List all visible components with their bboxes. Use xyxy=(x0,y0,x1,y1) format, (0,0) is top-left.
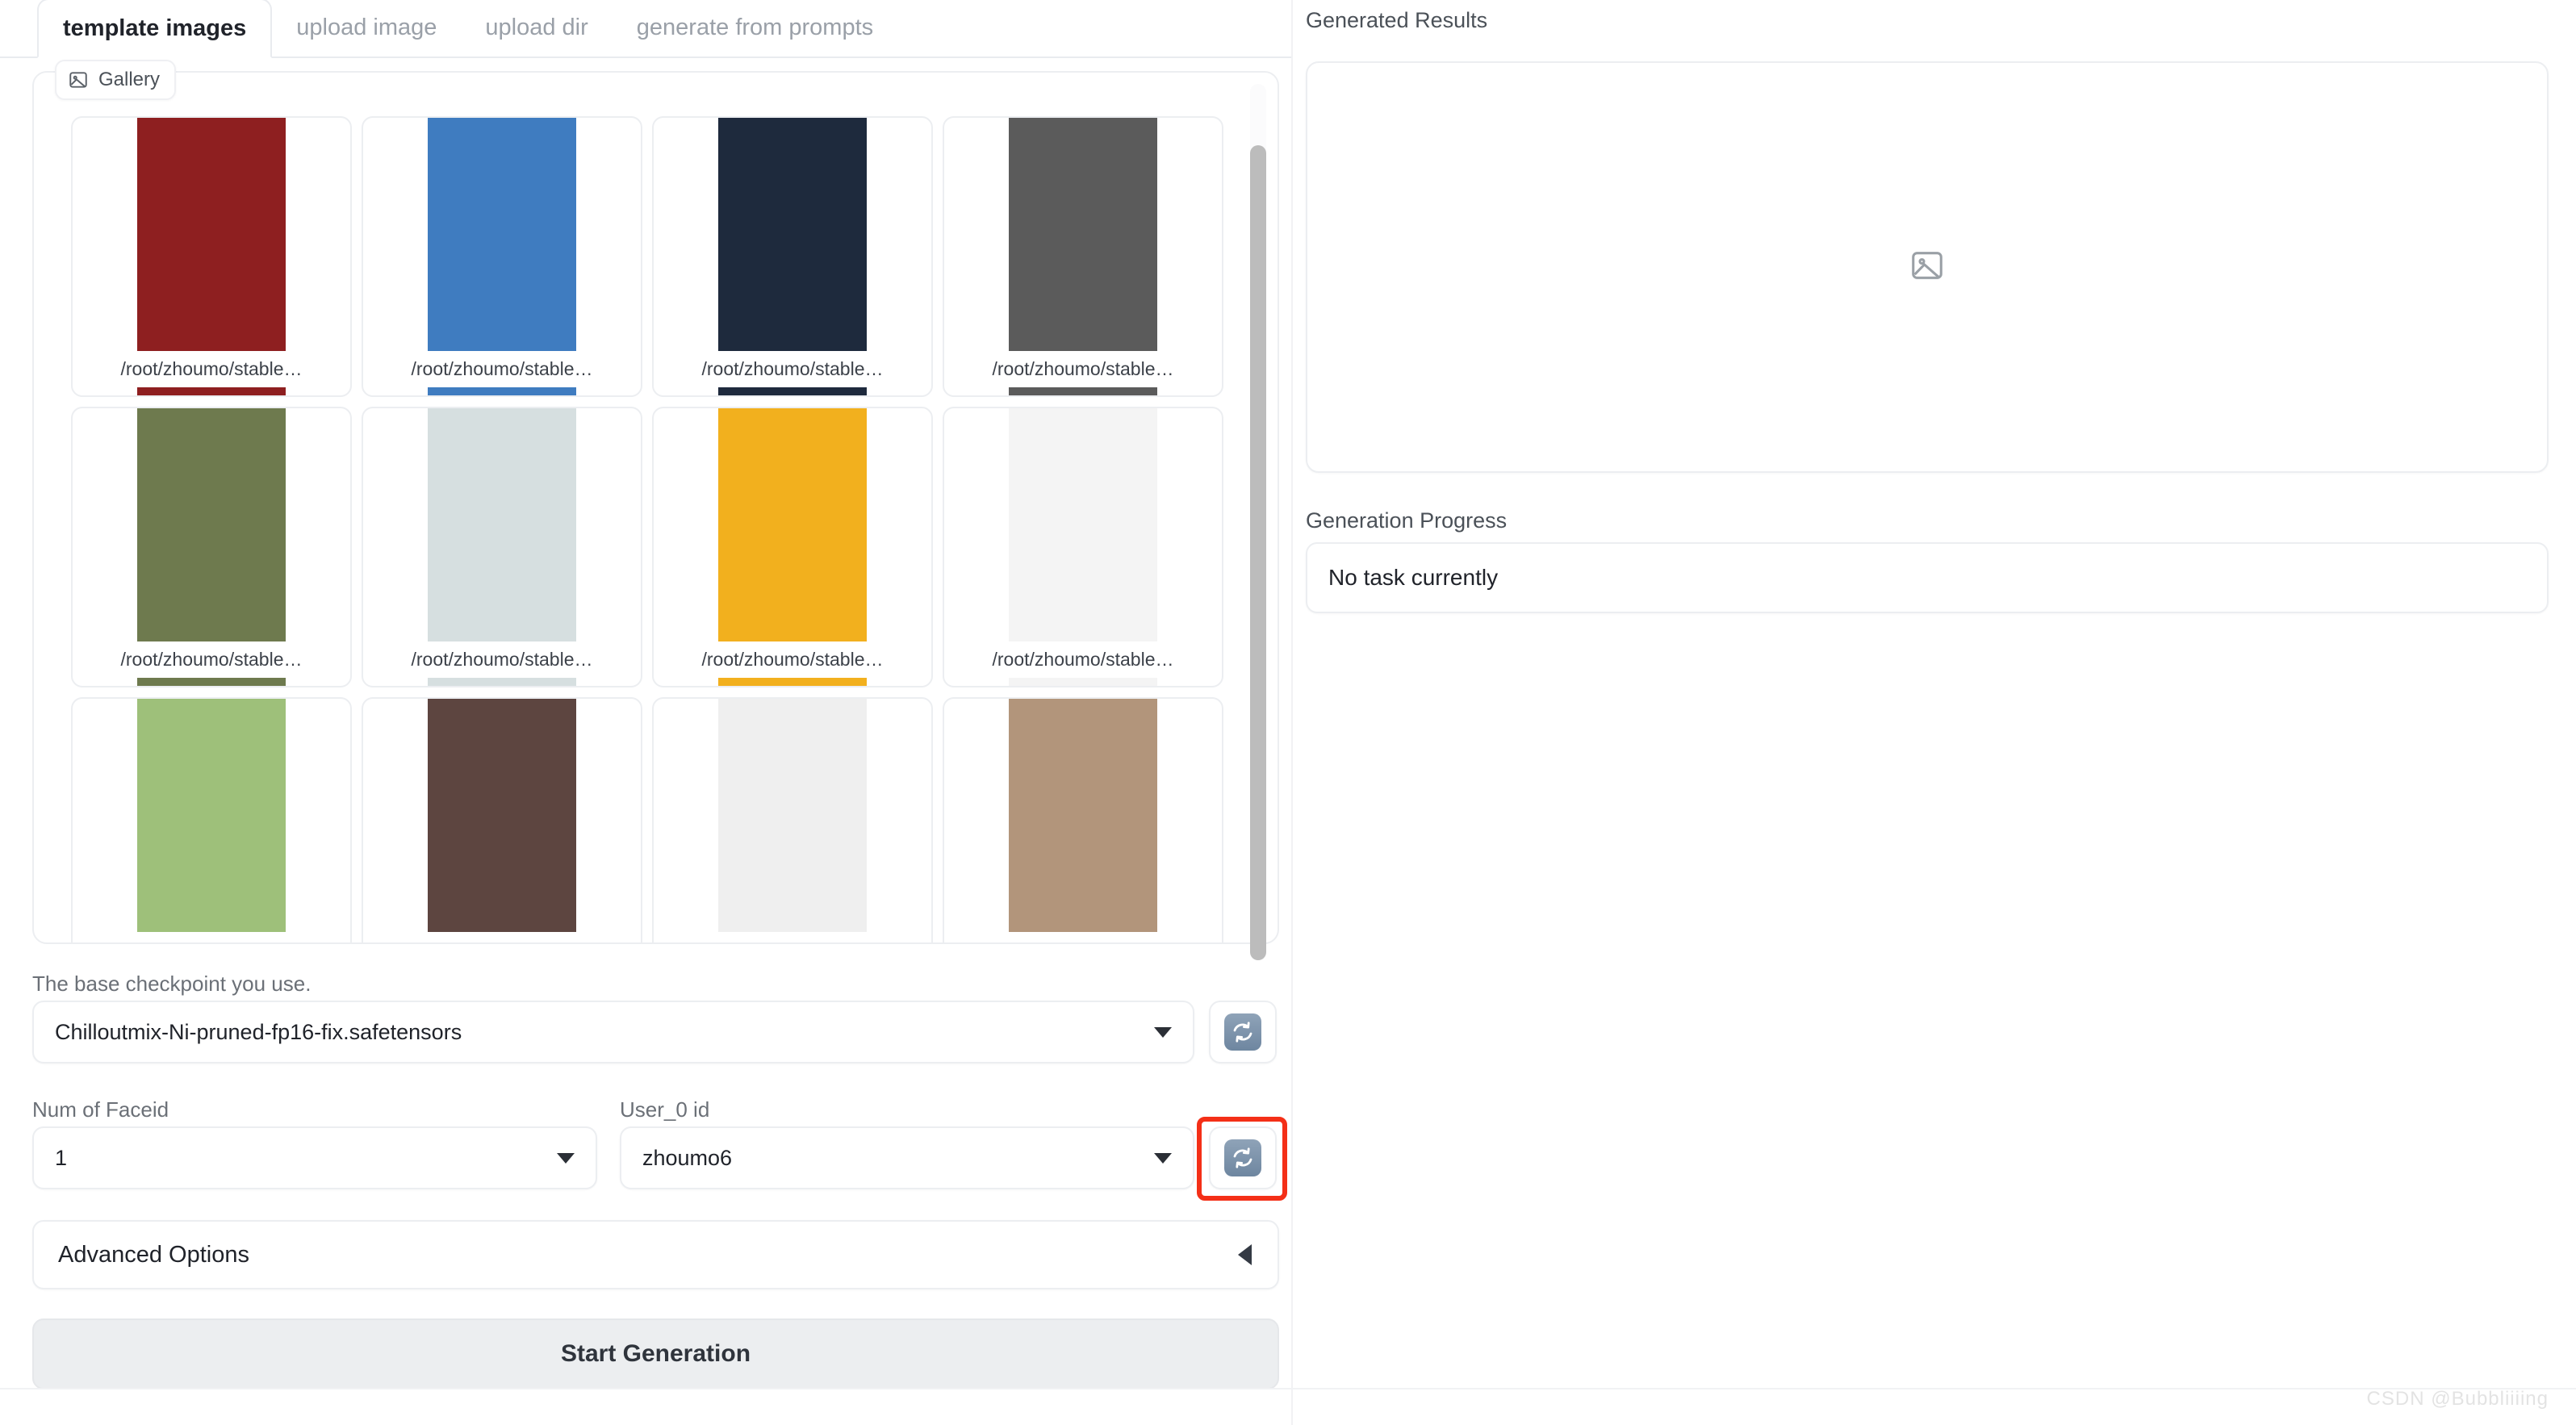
gallery-item-caption: /root/zhoumo/stable… xyxy=(954,641,1212,678)
start-generation-label: Start Generation xyxy=(560,1340,751,1367)
gallery-item[interactable]: /root/zhoumo/stable… xyxy=(66,111,357,402)
gallery-item[interactable]: /root/zhoumo/stable… xyxy=(647,111,938,402)
refresh-icon xyxy=(1224,1013,1261,1051)
gallery-item-thumbnail[interactable]: /root/zhoumo/stable… xyxy=(652,697,933,942)
gallery-item-image xyxy=(718,699,867,942)
gallery-item-caption: /root/zhoumo/stable… xyxy=(373,351,631,387)
gallery-item-thumbnail[interactable]: /root/zhoumo/stable… xyxy=(943,407,1223,687)
gallery-item-caption: /root/zhoumo/stable… xyxy=(82,641,341,678)
generation-progress-box: No task currently xyxy=(1306,542,2549,613)
right-column: Generated Results Generation Progress No… xyxy=(1291,0,2576,1425)
gallery-item[interactable]: /root/zhoumo/stable… xyxy=(357,692,647,942)
gallery-scroll-area[interactable]: /root/zhoumo/stable… /root/zhoumo/stable…… xyxy=(36,74,1252,942)
app-root: template images upload image upload dir … xyxy=(0,0,2576,1425)
watermark: CSDN @Bubbliiiing xyxy=(2366,1388,2549,1410)
gallery-item[interactable]: /root/zhoumo/stable… xyxy=(357,402,647,692)
num-faceid-label: Num of Faceid xyxy=(32,1097,169,1122)
tab-label: template images xyxy=(63,15,247,41)
gallery-item-thumbnail[interactable]: /root/zhoumo/stable… xyxy=(71,407,352,687)
checkpoint-value: Chilloutmix-Ni-pruned-fp16-fix.safetenso… xyxy=(55,1019,462,1044)
gallery-item-image xyxy=(137,699,286,942)
advanced-options-accordion[interactable]: Advanced Options xyxy=(32,1220,1279,1289)
gallery-item[interactable]: /root/zhoumo/stable… xyxy=(647,402,938,692)
generated-results-box[interactable] xyxy=(1306,61,2549,473)
generation-progress-value: No task currently xyxy=(1328,565,1499,590)
generated-results-title: Generated Results xyxy=(1306,8,1488,32)
num-faceid-select[interactable]: 1 xyxy=(32,1126,597,1189)
gallery-item[interactable]: /root/zhoumo/stable… xyxy=(647,692,938,942)
gallery-item-image xyxy=(1009,699,1157,942)
user-id-refresh-button[interactable] xyxy=(1209,1126,1277,1189)
gallery-item-caption: /root/zhoumo/stable… xyxy=(373,641,631,678)
tab-upload-image[interactable]: upload image xyxy=(272,0,461,56)
gallery-item-thumbnail[interactable]: /root/zhoumo/stable… xyxy=(362,407,642,687)
gallery-item-thumbnail[interactable]: /root/zhoumo/stable… xyxy=(943,697,1223,942)
gallery-item-caption: /root/zhoumo/stable… xyxy=(373,932,631,942)
gallery-item-thumbnail[interactable]: /root/zhoumo/stable… xyxy=(943,116,1223,397)
bottom-divider xyxy=(0,1388,2576,1389)
tab-bar: template images upload image upload dir … xyxy=(0,0,1291,58)
gallery-item-thumbnail[interactable]: /root/zhoumo/stable… xyxy=(652,407,933,687)
gallery-item-thumbnail[interactable]: /root/zhoumo/stable… xyxy=(362,116,642,397)
gallery-item-caption: /root/zhoumo/stable… xyxy=(663,351,922,387)
gallery-item-thumbnail[interactable]: /root/zhoumo/stable… xyxy=(652,116,933,397)
gallery-item[interactable]: /root/zhoumo/stable… xyxy=(357,111,647,402)
image-icon xyxy=(68,69,89,90)
gallery-item[interactable]: /root/zhoumo/stable… xyxy=(938,402,1228,692)
gallery-grid: /root/zhoumo/stable… /root/zhoumo/stable…… xyxy=(66,111,1245,942)
gallery-item-thumbnail[interactable]: /root/zhoumo/stable… xyxy=(71,697,352,942)
gallery-item[interactable]: /root/zhoumo/stable… xyxy=(938,111,1228,402)
num-faceid-value: 1 xyxy=(55,1145,68,1170)
gallery-item-caption: /root/zhoumo/stable… xyxy=(82,932,341,942)
start-generation-button[interactable]: Start Generation xyxy=(32,1318,1279,1389)
checkpoint-refresh-button[interactable] xyxy=(1209,1001,1277,1064)
generation-progress-title: Generation Progress xyxy=(1306,508,1508,533)
gallery-item-caption: /root/zhoumo/stable… xyxy=(954,351,1212,387)
user-id-select[interactable]: zhoumo6 xyxy=(620,1126,1194,1189)
tab-upload-dir[interactable]: upload dir xyxy=(461,0,612,56)
tab-label: upload image xyxy=(296,14,437,40)
checkpoint-label: The base checkpoint you use. xyxy=(32,972,312,996)
tab-template-images[interactable]: template images xyxy=(37,0,273,58)
checkpoint-select[interactable]: Chilloutmix-Ni-pruned-fp16-fix.safetenso… xyxy=(32,1001,1194,1064)
gallery-item-caption: /root/zhoumo/stable… xyxy=(663,932,922,942)
gallery-item-thumbnail[interactable]: /root/zhoumo/stable… xyxy=(362,697,642,942)
chevron-down-icon xyxy=(557,1152,575,1164)
tab-label: generate from prompts xyxy=(636,14,874,40)
gallery-item-thumbnail[interactable]: /root/zhoumo/stable… xyxy=(71,116,352,397)
gallery-scrollbar-thumb[interactable] xyxy=(1250,145,1266,960)
triangle-left-icon xyxy=(1238,1244,1252,1265)
chevron-down-icon xyxy=(1154,1026,1172,1038)
image-placeholder-icon xyxy=(1909,247,1946,288)
tab-label: upload dir xyxy=(485,14,588,40)
tab-generate-from-prompts[interactable]: generate from prompts xyxy=(613,0,897,56)
left-column: template images upload image upload dir … xyxy=(0,0,1291,1425)
user-id-label: User_0 id xyxy=(620,1097,710,1122)
gallery-item[interactable]: /root/zhoumo/stable… xyxy=(66,402,357,692)
gallery-badge: Gallery xyxy=(55,60,177,100)
gallery-item[interactable]: /root/zhoumo/stable… xyxy=(66,692,357,942)
gallery-badge-label: Gallery xyxy=(98,69,161,90)
gallery-item-image xyxy=(428,699,576,942)
gallery-item-caption: /root/zhoumo/stable… xyxy=(82,351,341,387)
refresh-icon xyxy=(1224,1139,1261,1176)
gallery-item-caption: /root/zhoumo/stable… xyxy=(663,641,922,678)
gallery-item[interactable]: /root/zhoumo/stable… xyxy=(938,692,1228,942)
advanced-options-label: Advanced Options xyxy=(58,1241,249,1268)
user-id-value: zhoumo6 xyxy=(642,1145,733,1170)
gallery-item-caption: /root/zhoumo/stable… xyxy=(954,932,1212,942)
template-gallery-panel: Gallery /root/zhoumo/stable…/root/zhoumo… xyxy=(32,60,1279,960)
chevron-down-icon xyxy=(1154,1152,1172,1164)
